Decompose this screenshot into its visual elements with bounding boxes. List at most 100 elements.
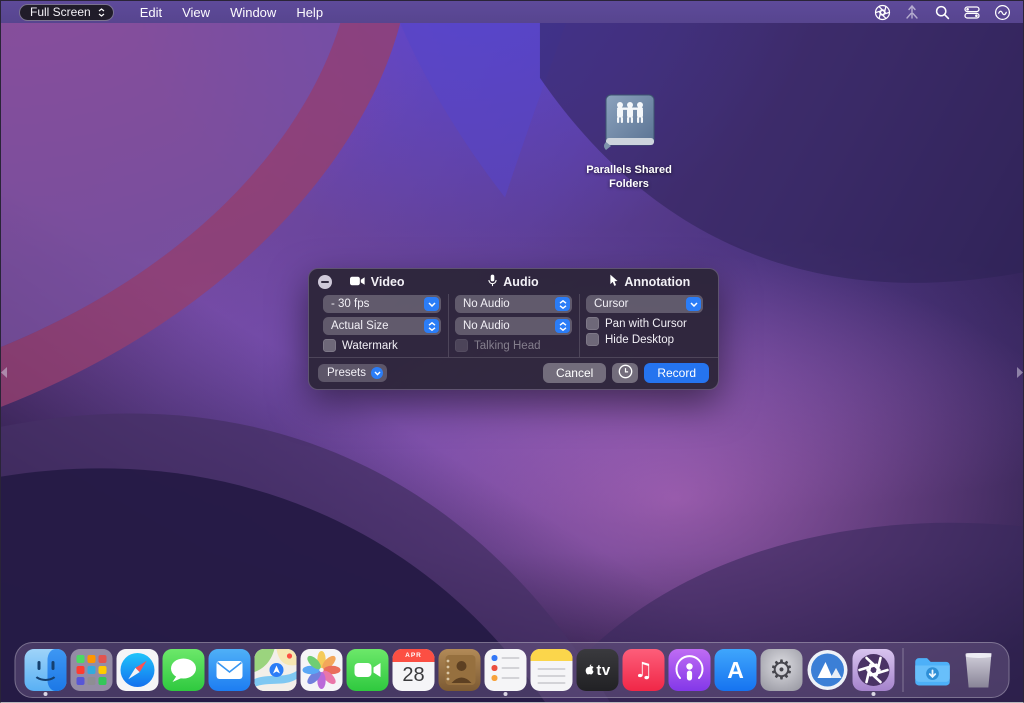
presets-button[interactable]: Presets [318,364,387,382]
right-edge-arrow-icon [1016,365,1023,383]
parallels-status-icon[interactable] [993,3,1011,21]
chevron-up-down-icon [555,297,570,311]
system-preferences-icon: ⚙ [761,649,803,691]
dock-item-screen-recorder[interactable] [852,645,896,695]
dock-item-mail[interactable] [208,645,252,695]
calendar-icon: APR 28 [393,649,435,691]
minimize-button[interactable] [318,275,332,289]
aperture-icon[interactable] [873,3,891,21]
dock-item-tv[interactable]: tv [576,645,620,695]
gear-glyph: ⚙ [769,657,793,684]
dock-item-messages[interactable] [162,645,206,695]
microphone-select[interactable]: No Audio [455,295,572,313]
talking-head-row: Talking Head [455,339,572,352]
app-store-glyph: A [727,657,744,684]
apple-tv-icon: tv [577,649,619,691]
cursor-mode-select[interactable]: Cursor [586,295,703,313]
trash-icon [964,653,993,688]
screen-recorder-panel: Video Audio Annotation - 30 fps Ac [308,268,719,390]
audio-section-title: Audio [445,274,581,290]
dock-item-calendar[interactable]: APR 28 [392,645,436,695]
recorder-body: - 30 fps Actual Size Watermark No Audio [309,294,718,357]
presenter-icon[interactable] [903,3,921,21]
dock-item-trash[interactable] [957,645,1001,695]
recorder-header: Video Audio Annotation [309,269,718,294]
menu-window[interactable]: Window [220,1,286,23]
dock-item-launchpad[interactable] [70,645,114,695]
dock-item-music[interactable]: ♫ [622,645,666,695]
launchpad-icon [71,649,113,691]
framerate-select[interactable]: - 30 fps [323,295,441,313]
full-screen-selector[interactable]: Full Screen [19,4,114,21]
dock-item-reminders[interactable] [484,645,528,695]
downloads-folder-icon [912,649,954,691]
record-button[interactable]: Record [644,363,709,383]
messages-icon [163,649,205,691]
microphone-icon [488,274,497,290]
dock-item-system-preferences[interactable]: ⚙ [760,645,804,695]
photos-icon [301,649,343,691]
menu-bar-status-area [873,3,1011,21]
menu-view[interactable]: View [172,1,220,23]
hide-desktop-checkbox[interactable] [586,333,599,346]
chevron-up-down-icon [98,8,105,17]
screen-recorder-icon [853,649,895,691]
dock-divider [903,648,904,692]
annotation-section-title: Annotation [582,274,718,290]
timer-button[interactable] [612,363,638,383]
cancel-button[interactable]: Cancel [543,363,606,383]
menu-bar: Full Screen Edit View Window Help [1,1,1023,23]
tv-label: tv [596,662,610,679]
maps-icon [255,649,297,691]
chevron-up-down-icon [555,319,570,333]
dock-item-facetime[interactable] [346,645,390,695]
left-edge-arrow-icon [1,365,8,383]
music-icon: ♫ [623,649,665,691]
menu-help[interactable]: Help [286,1,333,23]
watermark-row: Watermark [323,339,441,352]
running-indicator [872,692,876,696]
recorder-footer: Presets Cancel Record [309,357,718,388]
audio-column: No Audio No Audio Talking Head [448,294,579,357]
shared-folders-book-icon [598,93,660,153]
dock-item-safari[interactable] [116,645,160,695]
dock-item-contacts[interactable] [438,645,482,695]
search-icon[interactable] [933,3,951,21]
dock-item-app-store[interactable]: A [714,645,758,695]
music-note-glyph: ♫ [634,658,653,682]
mail-icon [209,649,251,691]
dock: APR 28 [15,642,1010,698]
system-audio-select[interactable]: No Audio [455,317,572,335]
running-indicator [504,692,508,696]
contacts-icon [439,649,481,691]
app-store-icon: A [715,649,757,691]
calendar-month: APR [393,649,435,662]
annotation-column: Cursor Pan with Cursor Hide Desktop [579,294,710,357]
size-select[interactable]: Actual Size [323,317,441,335]
full-screen-label: Full Screen [30,5,91,19]
talking-head-checkbox[interactable] [455,339,468,352]
watermark-checkbox[interactable] [323,339,336,352]
chevron-down-icon [686,297,701,311]
dock-item-photos[interactable] [300,645,344,695]
desktop-icon-parallels-shared-folders[interactable]: Parallels Shared Folders [569,93,689,192]
dock-item-notes[interactable] [530,645,574,695]
cursor-arrow-icon [609,274,618,290]
control-center-icon[interactable] [963,3,981,21]
apple-logo-icon [584,664,594,676]
dock-item-downloads[interactable] [911,645,955,695]
dock-item-maps[interactable] [254,645,298,695]
pan-with-cursor-checkbox[interactable] [586,317,599,330]
facetime-icon [347,649,389,691]
dock-item-podcasts[interactable] [668,645,712,695]
desktop-icon-label: Parallels Shared Folders [569,164,689,192]
calendar-day: 28 [402,664,424,687]
dock-item-finder[interactable] [24,645,68,695]
parallels-toolbox-icon [807,649,849,691]
video-camera-icon [350,275,365,289]
chevron-up-down-icon [424,319,439,333]
dock-item-parallels-toolbox[interactable] [806,645,850,695]
podcasts-icon [669,649,711,691]
notes-icon [531,649,573,691]
menu-edit[interactable]: Edit [130,1,172,23]
